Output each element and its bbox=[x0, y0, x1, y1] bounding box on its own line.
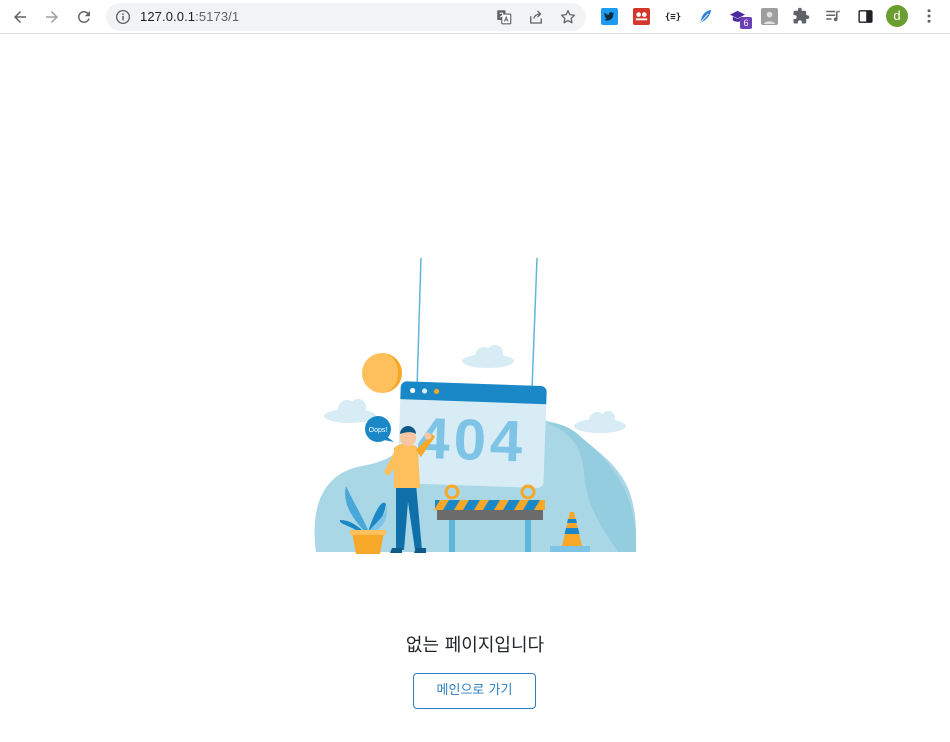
reload-icon[interactable] bbox=[70, 3, 98, 31]
reading-list-icon[interactable] bbox=[824, 7, 842, 25]
not-found-message: 없는 페이지입니다 bbox=[405, 635, 545, 656]
twitter-extension-icon[interactable] bbox=[600, 7, 618, 25]
share-icon[interactable] bbox=[526, 7, 546, 27]
not-found-illustration: 404 Oops! bbox=[312, 257, 638, 555]
url-port-path: :5173/1 bbox=[195, 9, 240, 24]
profile-extension-icon[interactable] bbox=[760, 7, 778, 25]
translate-icon[interactable] bbox=[494, 7, 514, 27]
menu-icon[interactable] bbox=[920, 7, 938, 25]
extension-badge: 6 bbox=[740, 17, 752, 29]
site-info-icon[interactable] bbox=[114, 8, 132, 26]
url-host: 127.0.0.1 bbox=[140, 9, 196, 24]
speech-bubble-text: Oops! bbox=[369, 427, 388, 434]
extension-2-icon[interactable] bbox=[632, 7, 650, 25]
bookmark-star-icon[interactable] bbox=[558, 7, 578, 27]
json-formatter-icon[interactable]: {≡} bbox=[664, 7, 682, 25]
forward-icon[interactable] bbox=[38, 3, 66, 31]
address-bar[interactable]: 127.0.0.1:5173/1 bbox=[106, 3, 586, 31]
back-icon[interactable] bbox=[6, 3, 34, 31]
go-home-button[interactable]: 메인으로 가기 bbox=[413, 673, 536, 709]
feather-extension-icon[interactable] bbox=[696, 7, 714, 25]
svg-text:{≡}: {≡} bbox=[665, 13, 681, 23]
avatar[interactable]: d bbox=[886, 5, 908, 27]
screen-404-text: 404 bbox=[416, 406, 527, 475]
extensions-puzzle-icon[interactable] bbox=[792, 7, 810, 25]
url-text[interactable]: 127.0.0.1:5173/1 bbox=[140, 9, 239, 25]
side-panel-icon[interactable] bbox=[856, 7, 874, 25]
browser-toolbar: 127.0.0.1:5173/1 {≡} 6 d bbox=[0, 0, 950, 34]
